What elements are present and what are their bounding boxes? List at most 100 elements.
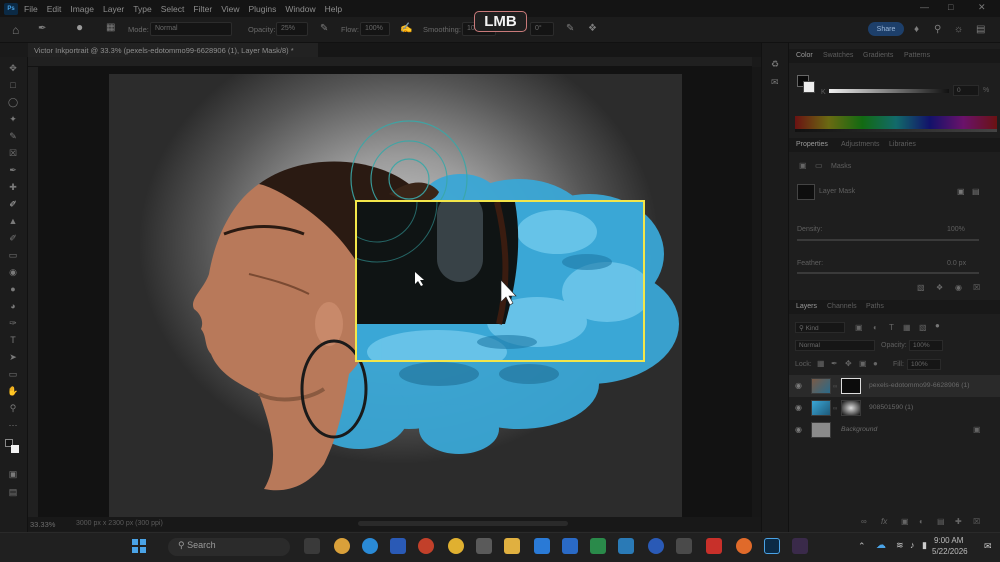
app-icon-red[interactable] xyxy=(418,538,434,554)
acrobat-icon[interactable] xyxy=(706,538,722,554)
link-icon[interactable]: ∞ xyxy=(833,384,837,390)
app-icon-c[interactable] xyxy=(534,538,550,554)
symmetry-icon[interactable]: ❖ xyxy=(588,23,597,34)
word-icon[interactable] xyxy=(390,538,406,554)
lock-pixels-icon[interactable]: ✒ xyxy=(831,359,838,368)
opacity-field[interactable]: 25% xyxy=(276,22,308,36)
dodge-tool-icon[interactable]: ◕ xyxy=(7,301,19,311)
move-tool-icon[interactable]: ✥ xyxy=(7,63,19,73)
battery-icon[interactable]: ▮ xyxy=(922,540,927,551)
layer-name[interactable]: 908501590 (1) xyxy=(869,404,913,411)
close-icon[interactable]: ✕ xyxy=(978,2,986,13)
screen-mode-icon[interactable]: ▤ xyxy=(7,487,19,497)
menu-edit[interactable]: Edit xyxy=(47,4,62,14)
fill-field[interactable]: 100% xyxy=(907,359,941,370)
artboard-tool-icon[interactable]: □ xyxy=(7,80,19,90)
menu-select[interactable]: Select xyxy=(161,4,185,14)
home-icon[interactable]: ⌂ xyxy=(12,23,19,37)
mask-visibility-icon[interactable]: ◉ xyxy=(955,283,962,292)
clone-stamp-tool-icon[interactable]: ▲ xyxy=(7,216,19,226)
layer-name[interactable]: Background xyxy=(841,426,877,433)
k-slider[interactable] xyxy=(829,89,949,93)
firefox-icon[interactable] xyxy=(736,538,752,554)
comments-icon[interactable]: ✉ xyxy=(771,77,779,88)
filter-shape-icon[interactable]: ▦ xyxy=(903,323,911,332)
pressure-size-icon[interactable]: ✎ xyxy=(566,23,574,34)
tab-color[interactable]: Color xyxy=(796,52,813,59)
layer-style-icon[interactable]: fx xyxy=(881,517,887,526)
filter-smart-icon[interactable]: ▧ xyxy=(919,323,927,332)
brush-preset-icon[interactable]: ● xyxy=(76,20,83,34)
document-tab[interactable]: Victor Inkportrait @ 33.3% (pexels-edoto… xyxy=(28,43,318,57)
airbrush-icon[interactable]: ✍ xyxy=(400,23,412,34)
menu-file[interactable]: File xyxy=(24,4,38,14)
history-icon[interactable]: ♻ xyxy=(771,59,779,70)
minimize-icon[interactable]: — xyxy=(920,2,929,12)
layer-mask-thumbnail-selected[interactable] xyxy=(841,378,861,394)
app-icon-purple[interactable] xyxy=(792,538,808,554)
eyedropper-tool-icon[interactable]: ✒ xyxy=(7,165,19,175)
layer-mask-thumbnail[interactable] xyxy=(797,184,815,200)
notification-bell-icon[interactable]: ✉ xyxy=(984,541,992,552)
pen-tool-icon[interactable]: ✑ xyxy=(7,318,19,328)
lock-artboard-icon[interactable]: ▣ xyxy=(859,359,867,368)
zoom-level[interactable]: 33.33% xyxy=(30,520,55,529)
feather-slider[interactable] xyxy=(797,272,979,274)
filter-pixel-icon[interactable]: ▣ xyxy=(855,323,863,332)
menu-help[interactable]: Help xyxy=(325,4,342,14)
blend-mode-select[interactable]: Normal xyxy=(795,340,875,351)
brush-tool-active-icon[interactable]: ✐ xyxy=(7,199,19,209)
density-slider[interactable] xyxy=(797,239,979,241)
new-layer-icon[interactable]: ✚ xyxy=(955,517,962,526)
k-value[interactable]: 0 xyxy=(953,85,979,96)
app-icon-blue[interactable] xyxy=(618,538,634,554)
history-brush-tool-icon[interactable]: ✐ xyxy=(7,233,19,243)
chrome-icon[interactable] xyxy=(448,538,464,554)
filter-adjustment-icon[interactable]: ◐ xyxy=(873,323,878,332)
photoshop-taskbar-icon[interactable] xyxy=(764,538,780,554)
share-button[interactable]: Share xyxy=(868,22,904,36)
layer-row[interactable]: ◉ Background ▣ xyxy=(789,419,1000,441)
clock-time[interactable]: 9:00 AM xyxy=(934,536,963,545)
brush-tool-icon[interactable]: ✒ xyxy=(38,23,46,34)
add-vector-mask-icon[interactable]: ▤ xyxy=(972,187,980,196)
link-icon[interactable]: ∞ xyxy=(833,406,837,412)
zoom-tool-icon[interactable]: ⚲ xyxy=(7,403,19,413)
scroll-thumb[interactable] xyxy=(358,521,568,526)
brush-settings-icon[interactable]: ▦ xyxy=(106,22,115,33)
lasso-tool-icon[interactable]: ◯ xyxy=(7,97,19,107)
object-select-tool-icon[interactable]: ✦ xyxy=(7,114,19,124)
zoom-app-icon[interactable] xyxy=(648,538,664,554)
search-icon[interactable]: ⚲ xyxy=(934,24,941,35)
background-color-swatch[interactable] xyxy=(11,445,19,453)
layer-row[interactable]: ◉ ∞ pexels-edotommo99-6628906 (1) xyxy=(789,375,1000,397)
tab-patterns[interactable]: Patterns xyxy=(904,52,930,59)
pressure-opacity-icon[interactable]: ✎ xyxy=(320,23,328,34)
select-pixel-mask-icon[interactable]: ▣ xyxy=(957,187,965,196)
more-tools-icon[interactable]: ⋯ xyxy=(7,420,19,430)
layer-name[interactable]: pexels-edotommo99-6628906 (1) xyxy=(869,382,970,389)
menu-filter[interactable]: Filter xyxy=(193,4,212,14)
density-value[interactable]: 100% xyxy=(947,226,965,233)
add-mask-icon[interactable]: ▣ xyxy=(901,517,909,526)
load-selection-icon[interactable]: ▧ xyxy=(917,283,925,292)
tab-layers[interactable]: Layers xyxy=(796,303,817,310)
crop-tool-icon[interactable]: ✎ xyxy=(7,131,19,141)
filter-toggle-icon[interactable]: ● xyxy=(935,321,940,330)
eraser-tool-icon[interactable]: ▭ xyxy=(7,250,19,260)
outlook-icon[interactable] xyxy=(562,538,578,554)
menu-plugins[interactable]: Plugins xyxy=(248,4,276,14)
task-view-icon[interactable] xyxy=(304,538,320,554)
lock-icon[interactable]: ▣ xyxy=(973,425,981,434)
layer-opacity-field[interactable]: 100% xyxy=(909,340,943,351)
visibility-eye-icon[interactable]: ◉ xyxy=(795,381,802,390)
tab-adjustments[interactable]: Adjustments xyxy=(841,141,880,148)
group-icon[interactable]: ▤ xyxy=(937,517,945,526)
delete-layer-icon[interactable]: ☒ xyxy=(973,517,980,526)
background-swatch[interactable] xyxy=(803,81,815,93)
widgets-icon[interactable] xyxy=(334,538,350,554)
tab-gradients[interactable]: Gradients xyxy=(863,52,893,59)
frame-tool-icon[interactable]: ☒ xyxy=(7,148,19,158)
quick-mask-icon[interactable]: ▣ xyxy=(7,469,19,479)
workspace-icon[interactable]: ▤ xyxy=(976,24,985,35)
